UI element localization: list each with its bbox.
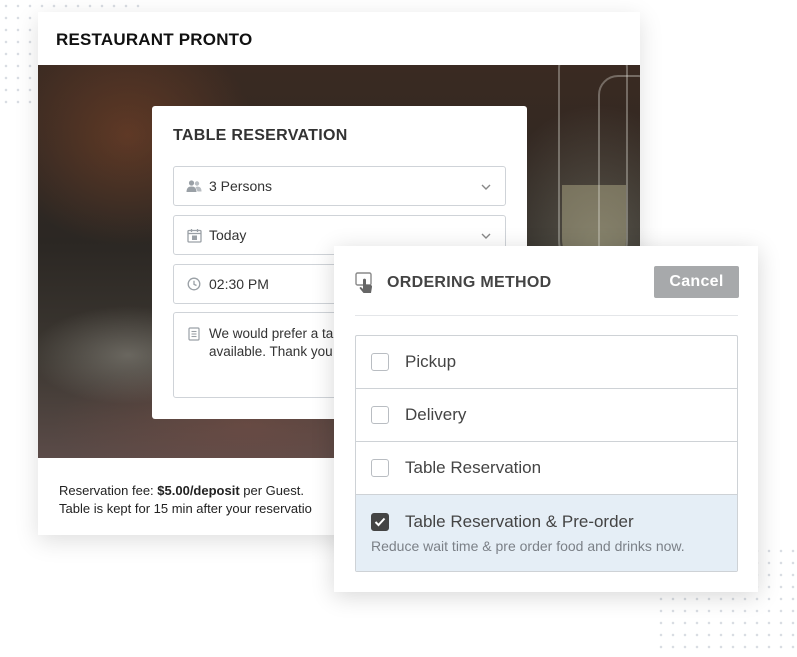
users-icon (186, 178, 202, 194)
clock-icon (186, 276, 202, 292)
option-table-reservation-preorder[interactable]: Table Reservation & Pre-order Reduce wai… (356, 495, 737, 571)
ordering-method-header: ORDERING METHOD Cancel (355, 266, 739, 316)
option-label: Table Reservation (405, 458, 542, 477)
date-value: Today (209, 227, 247, 243)
note-icon (186, 326, 202, 342)
option-row: Table Reservation & Pre-order (371, 512, 634, 532)
restaurant-name: RESTAURANT PRONTO (56, 30, 253, 49)
table-reservation-preorder-checkbox[interactable] (371, 513, 389, 531)
table-reservation-checkbox[interactable] (371, 459, 389, 477)
ordering-method-title: ORDERING METHOD (387, 274, 552, 291)
fee-suffix: per Guest. (239, 483, 304, 498)
guests-value: 3 Persons (209, 178, 273, 194)
chevron-down-icon (479, 180, 493, 194)
reservation-fee-info: Reservation fee: $5.00/deposit per Guest… (59, 482, 312, 518)
chevron-down-icon (479, 229, 493, 243)
option-delivery[interactable]: Delivery (356, 389, 737, 442)
ordering-method-panel: ORDERING METHOD Cancel Pickup Delivery T… (334, 246, 758, 592)
pickup-checkbox[interactable] (371, 353, 389, 371)
guests-select[interactable]: 3 Persons (173, 166, 506, 206)
delivery-checkbox[interactable] (371, 406, 389, 424)
option-label: Table Reservation & Pre-order (405, 512, 634, 531)
option-label: Delivery (405, 405, 467, 424)
ordering-options-list: Pickup Delivery Table Reservation Table … (355, 335, 738, 572)
fee-amount: $5.00/deposit (157, 483, 240, 498)
tap-hand-icon (355, 272, 375, 294)
option-pickup[interactable]: Pickup (356, 336, 737, 389)
option-table-reservation[interactable]: Table Reservation (356, 442, 737, 495)
table-reservation-title: TABLE RESERVATION (173, 127, 348, 144)
calendar-icon (186, 227, 202, 243)
option-label: Pickup (405, 352, 457, 371)
special-request-text: We would prefer a ta available. Thank yo… (209, 326, 334, 359)
option-description: Reduce wait time & pre order food and dr… (371, 538, 685, 554)
checkmark-icon (374, 517, 386, 527)
fee-prefix: Reservation fee: (59, 483, 158, 498)
time-value: 02:30 PM (209, 276, 269, 292)
cancel-button[interactable]: Cancel (654, 266, 739, 298)
table-hold-note: Table is kept for 15 min after your rese… (59, 501, 312, 516)
